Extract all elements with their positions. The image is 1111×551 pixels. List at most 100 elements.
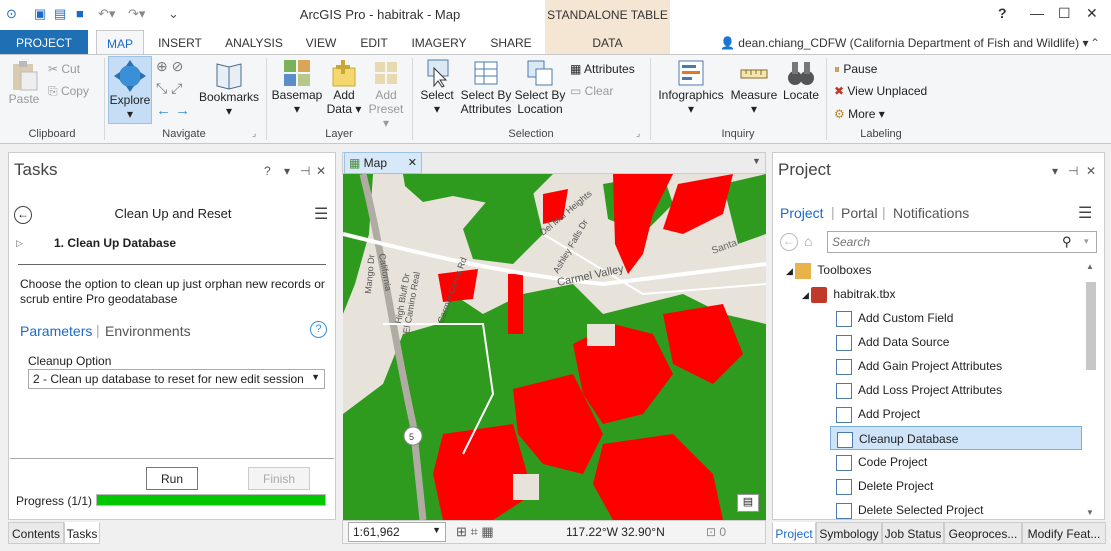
task-step[interactable]: 1. Clean Up Database <box>54 236 176 250</box>
tab-share[interactable]: SHARE <box>482 30 540 54</box>
more-button[interactable]: ⚙ More ▾ <box>834 107 885 121</box>
tool-item[interactable]: Delete Project <box>830 474 1082 498</box>
measure-button[interactable]: Measure ▾ <box>730 58 778 116</box>
tab-view[interactable]: VIEW <box>298 30 344 54</box>
tool-item[interactable]: Add Data Source <box>830 330 1082 354</box>
add-preset-label-1: Add <box>375 88 397 102</box>
tasks-options-icon[interactable]: ▾ <box>284 164 290 178</box>
tab-notifications[interactable]: Notifications <box>893 205 969 221</box>
navigate-launcher-icon[interactable]: ⌟ <box>252 128 256 139</box>
tab-job-status[interactable]: Job Status <box>882 522 944 544</box>
user-account[interactable]: 👤 dean.chiang_CDFW (California Departmen… <box>720 36 1088 50</box>
tree-habitrak-tbx[interactable]: ◢ habitrak.tbx <box>802 282 895 306</box>
project-pin-icon[interactable]: ⊣ <box>1068 164 1078 178</box>
project-close-icon[interactable]: ✕ <box>1086 164 1096 178</box>
home-icon[interactable]: ⌂ <box>804 233 812 249</box>
tool-item[interactable]: Add Loss Project Attributes <box>830 378 1082 402</box>
add-data-button[interactable]: Add Data ▾ <box>326 58 362 116</box>
tab-map[interactable]: MAP <box>96 30 144 54</box>
tasks-pin-icon[interactable]: ⊣ <box>300 164 310 178</box>
tool-item[interactable]: Add Custom Field <box>830 306 1082 330</box>
tree-toolboxes[interactable]: ◢ Toolboxes <box>786 258 871 282</box>
fixed-zoom-icon[interactable]: ⤡ ⤢ <box>156 80 182 97</box>
tab-portal[interactable]: Portal <box>841 205 878 221</box>
tab-symbology[interactable]: Symbology <box>816 522 882 544</box>
tab-project-catalog[interactable]: Project <box>780 205 824 221</box>
attributes-button[interactable]: ▦ Attributes <box>570 62 635 76</box>
select-by-attributes-button[interactable]: Select By Attributes <box>458 58 514 116</box>
tab-edit[interactable]: EDIT <box>352 30 396 54</box>
tab-analysis[interactable]: ANALYSIS <box>218 30 290 54</box>
task-menu-icon[interactable]: ☰ <box>314 204 328 224</box>
step-expand-icon[interactable]: ▷ <box>16 238 23 249</box>
paste-button[interactable]: Paste <box>6 60 42 106</box>
explore-button[interactable]: Explore ▾ <box>108 56 152 124</box>
close-button[interactable]: ✕ <box>1086 5 1098 22</box>
tab-insert[interactable]: INSERT <box>152 30 208 54</box>
sbl-label-1: Select By <box>514 88 566 102</box>
script-tool-icon <box>836 335 852 351</box>
selection-launcher-icon[interactable]: ⌟ <box>636 128 640 139</box>
previous-next-extent-icon[interactable]: ← → <box>156 102 190 119</box>
project-options-icon[interactable]: ▾ <box>1052 164 1058 178</box>
minimize-button[interactable]: — <box>1030 5 1044 21</box>
bookmarks-button[interactable]: Bookmarks ▾ <box>198 58 260 118</box>
maximize-button[interactable]: ☐ <box>1058 5 1071 22</box>
add-preset-button[interactable]: Add Preset ▾ <box>364 58 408 130</box>
parameter-help-icon[interactable]: ? <box>310 321 327 338</box>
map-tab-menu-icon[interactable]: ▼ <box>752 156 761 166</box>
tasks-close-icon[interactable]: ✕ <box>316 164 326 178</box>
full-extent-icon[interactable]: ⊕ ⊘ <box>156 58 183 75</box>
clear-button[interactable]: ▭ Clear <box>570 84 613 98</box>
tasks-help-icon[interactable]: ? <box>264 164 271 178</box>
search-options-icon[interactable]: ▾ <box>1084 236 1089 247</box>
add-data-icon <box>332 60 356 87</box>
scroll-down-icon[interactable]: ▼ <box>1086 508 1094 517</box>
map-status-tools-icon[interactable]: ⊞ ⌗ ▦ <box>456 524 494 540</box>
ribbon-collapse-icon[interactable]: ⌃ <box>1090 36 1100 50</box>
tab-project[interactable]: PROJECT <box>0 30 88 54</box>
basemap-button[interactable]: Basemap ▾ <box>270 58 324 116</box>
tool-item[interactable]: Add Gain Project Attributes <box>830 354 1082 378</box>
tab-data[interactable]: DATA <box>545 30 670 54</box>
back-icon[interactable]: ← <box>14 206 32 224</box>
locate-button[interactable]: Locate <box>780 58 822 102</box>
tool-item[interactable]: Add Project <box>830 402 1082 426</box>
project-menu-icon[interactable]: ☰ <box>1078 203 1092 223</box>
tab-project-bottom[interactable]: Project <box>772 522 816 544</box>
scale-select[interactable]: 1:61,962 ▼ <box>348 522 446 542</box>
tool-item[interactable]: Delete Selected Project <box>830 498 1082 522</box>
project-search-input[interactable] <box>832 233 1052 251</box>
finish-button[interactable]: Finish <box>248 467 310 490</box>
tool-item[interactable]: Code Project <box>830 450 1082 474</box>
tab-environments[interactable]: Environments <box>105 323 191 339</box>
tab-imagery[interactable]: IMAGERY <box>404 30 474 54</box>
project-back-icon[interactable]: ← <box>780 233 798 251</box>
tab-geoprocessing[interactable]: Geoproces... <box>944 522 1022 544</box>
search-icon[interactable]: ⚲ <box>1062 234 1072 250</box>
selected-features-count[interactable]: ⊡ 0 <box>706 525 726 539</box>
tab-parameters[interactable]: Parameters <box>20 323 92 339</box>
cleanup-option-select[interactable]: 2 - Clean up database to reset for new e… <box>28 369 325 389</box>
copy-button[interactable]: ⎘ Copy <box>48 84 89 99</box>
run-button[interactable]: Run <box>146 467 198 490</box>
help-button[interactable]: ? <box>998 5 1007 21</box>
scroll-up-icon[interactable]: ▲ <box>1086 262 1094 271</box>
project-search-box[interactable]: ⚲ ▾ <box>827 231 1097 253</box>
map-tab-close-icon[interactable]: ✕ <box>408 156 417 169</box>
map-tooltip-icon[interactable]: ▤ <box>737 494 759 512</box>
tool-item[interactable]: Cleanup Database <box>830 426 1082 450</box>
select-by-location-button[interactable]: Select By Location <box>514 58 566 116</box>
view-unplaced-button[interactable]: ✖ View Unplaced <box>834 84 927 98</box>
project-scrollbar-thumb[interactable] <box>1086 282 1096 370</box>
pause-button[interactable]: ⏸ Pause <box>834 62 877 77</box>
map-canvas[interactable]: 5 Carmel Valley El Camino Real High Bluf… <box>343 174 766 520</box>
tab-modify-features[interactable]: Modify Feat... <box>1022 522 1106 544</box>
map-view-tab[interactable]: ▦ Map ✕ <box>344 152 422 174</box>
cut-button[interactable]: ✂ Cut <box>48 62 80 76</box>
select-button[interactable]: Select ▾ <box>416 58 458 116</box>
basemap-icon <box>284 60 310 86</box>
tab-contents[interactable]: Contents <box>8 522 64 544</box>
infographics-button[interactable]: Infographics ▾ <box>654 58 728 116</box>
tab-tasks[interactable]: Tasks <box>64 522 100 544</box>
